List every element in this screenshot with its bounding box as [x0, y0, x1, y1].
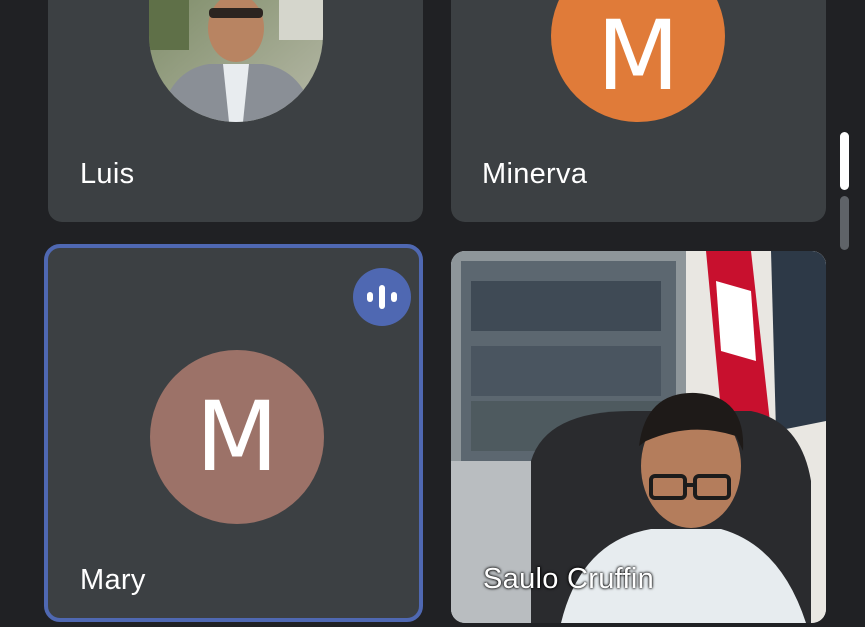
avatar-initial: M	[596, 0, 680, 112]
participant-avatar-mary: M	[150, 350, 324, 524]
participant-name: Minerva	[482, 158, 588, 190]
scrollbar-thumb[interactable]	[840, 132, 849, 190]
audio-wave-icon	[367, 285, 397, 309]
participant-tile-saulo-cruffin[interactable]: Saulo Cruffin	[451, 251, 826, 623]
participant-name: Mary	[80, 564, 146, 596]
participant-tile-mary[interactable]: M Mary	[44, 244, 423, 622]
participant-photo-luis	[149, 0, 323, 122]
participant-name: Saulo Cruffin	[483, 563, 655, 595]
speaking-badge	[353, 268, 411, 326]
participant-tile-minerva[interactable]: M Minerva	[451, 0, 826, 222]
participant-name: Luis	[80, 158, 135, 190]
avatar-initial: M	[195, 381, 279, 493]
participant-avatar-minerva: M	[551, 0, 725, 122]
scrollbar-track[interactable]	[840, 196, 849, 250]
participant-tile-luis[interactable]: Luis	[48, 0, 423, 222]
